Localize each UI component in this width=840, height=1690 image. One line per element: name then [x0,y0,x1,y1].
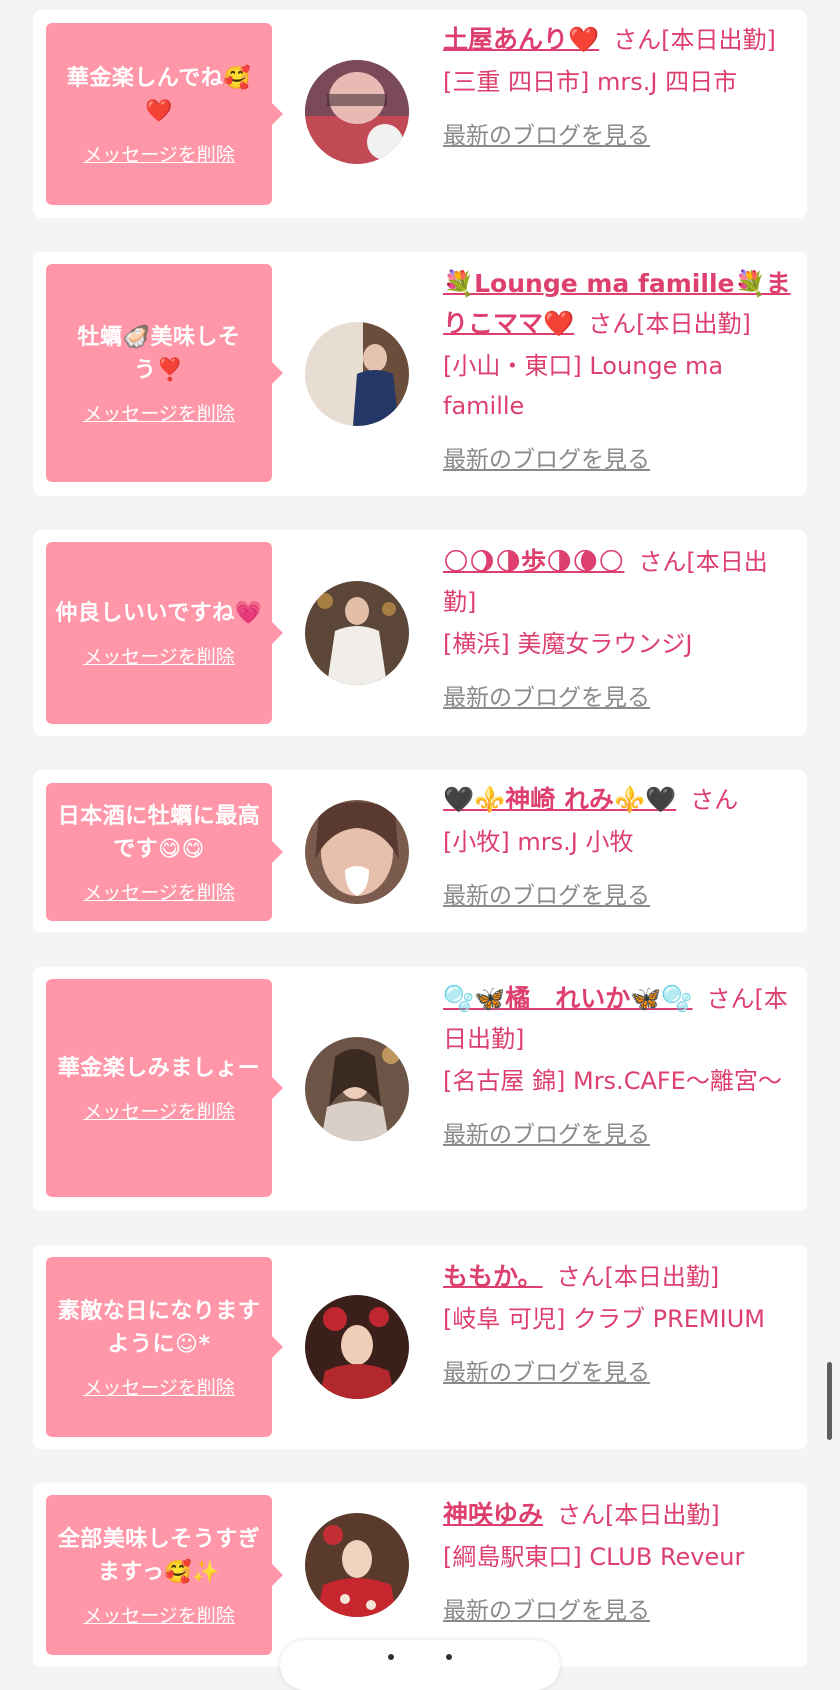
message-bubble: 全部美味しそうすぎますっ🥰✨ メッセージを削除 [46,1495,283,1655]
dot-icon [388,1654,394,1660]
honorific-label: さん [557,1501,606,1529]
bottom-navigation-pill[interactable] [280,1640,560,1690]
sender-name-link[interactable]: 🖤⚜️神崎 れみ⚜️🖤 [443,785,676,814]
sender-name-link[interactable]: 🌕🌖🌗歩🌗🌘🌕 [443,547,624,576]
avatar[interactable] [305,322,409,426]
sender-name-link[interactable]: 🫧🦋橘 れいか🦋🫧 [443,984,693,1013]
message-card: 牡蠣🦪美味しそう❣️ メッセージを削除 💐Lounge ma famille💐ま… [33,252,807,496]
shop-label: [岐阜 可児] クラブ PREMIUM [443,1305,765,1333]
message-card: 華金楽しみましょー メッセージを削除 🫧🦋橘 れいか🦋🫧 さん[本日出勤] [名古… [33,967,807,1211]
sender-info: 💐Lounge ma famille💐まりこママ❤️ さん[本日出勤] [小山・東… [443,264,799,480]
latest-blog-link[interactable]: 最新のブログを見る [443,678,799,718]
status-label: [本日出勤] [636,310,751,338]
sender-info: 🖤⚜️神崎 れみ⚜️🖤 さん [小牧] mrs.J 小牧 最新のブログを見る [443,780,799,916]
delete-message-link[interactable]: メッセージを削除 [83,878,235,905]
sender-info: 🌕🌖🌗歩🌗🌘🌕 さん[本日出勤] [横浜] 美魔女ラウンジJ 最新のブログを見る [443,542,799,718]
delete-message-link[interactable]: メッセージを削除 [83,1097,235,1124]
honorific-label: さん [588,310,637,338]
shop-label: [綱島駅東口] CLUB Reveur [443,1543,745,1571]
message-text: 日本酒に牡蠣に最高です😋😋 [57,803,261,862]
honorific-label: さん [638,548,687,576]
message-card: 華金楽しんでね🥰❤️ メッセージを削除 土屋あんり❤️ さん[本日出勤] [三重 … [33,10,807,218]
honorific-label: さん [613,26,662,54]
delete-message-link[interactable]: メッセージを削除 [83,1601,235,1628]
shop-label: [小山・東口] Lounge ma famille [443,352,724,420]
message-card: 素敵な日になりますように☺︎* メッセージを削除 ももか。 さん[本日出勤] [岐… [33,1245,807,1449]
delete-message-link[interactable]: メッセージを削除 [83,1373,235,1400]
message-text: 牡蠣🦪美味しそう❣️ [77,324,241,383]
message-text: 素敵な日になりますように☺︎* [57,1298,261,1357]
message-bubble: 牡蠣🦪美味しそう❣️ メッセージを削除 [46,264,283,482]
message-text: 華金楽しみましょー [57,1056,261,1081]
delete-message-link[interactable]: メッセージを削除 [83,642,235,669]
avatar[interactable] [305,60,409,164]
status-label: [本日出勤] [661,26,776,54]
status-label: [本日出勤] [605,1501,720,1529]
message-card: 日本酒に牡蠣に最高です😋😋 メッセージを削除 🖤⚜️神崎 れみ⚜️🖤 さん [小牧… [33,770,807,932]
message-bubble: 日本酒に牡蠣に最高です😋😋 メッセージを削除 [46,783,283,921]
avatar[interactable] [305,800,409,904]
latest-blog-link[interactable]: 最新のブログを見る [443,1115,799,1155]
shop-label: [名古屋 錦] Mrs.CAFE〜離宮〜 [443,1067,782,1095]
latest-blog-link[interactable]: 最新のブログを見る [443,876,799,916]
sender-info: 土屋あんり❤️ さん[本日出勤] [三重 四日市] mrs.J 四日市 最新のブロ… [443,20,799,156]
latest-blog-link[interactable]: 最新のブログを見る [443,1353,799,1393]
message-text: 全部美味しそうすぎますっ🥰✨ [57,1526,261,1585]
delete-message-link[interactable]: メッセージを削除 [83,140,235,167]
message-text: 仲良しいいですね💗 [55,601,263,626]
status-label: [本日出勤] [604,1263,720,1291]
honorific-label: さん [690,786,739,814]
message-bubble: 素敵な日になりますように☺︎* メッセージを削除 [46,1257,283,1437]
scrollbar[interactable] [827,1362,832,1440]
avatar[interactable] [305,1295,409,1399]
shop-label: [横浜] 美魔女ラウンジJ [443,630,693,658]
sender-info: 神咲ゆみ さん[本日出勤] [綱島駅東口] CLUB Reveur 最新のブログを… [443,1495,799,1631]
sender-name-link[interactable]: 土屋あんり❤️ [443,25,599,54]
message-text: 華金楽しんでね🥰❤️ [66,65,252,124]
sender-info: 🫧🦋橘 れいか🦋🫧 さん[本日出勤] [名古屋 錦] Mrs.CAFE〜離宮〜 最… [443,979,799,1155]
latest-blog-link[interactable]: 最新のブログを見る [443,440,799,480]
shop-label: [小牧] mrs.J 小牧 [443,828,634,856]
message-bubble: 華金楽しんでね🥰❤️ メッセージを削除 [46,23,283,205]
message-card: 仲良しいいですね💗 メッセージを削除 🌕🌖🌗歩🌗🌘🌕 さん[本日出勤] [横浜] … [33,530,807,736]
dot-icon [446,1654,452,1660]
avatar[interactable] [305,581,409,685]
honorific-label: さん [556,1263,605,1291]
message-bubble: 華金楽しみましょー メッセージを削除 [46,979,283,1197]
sender-name-link[interactable]: 神咲ゆみ [443,1500,543,1529]
avatar[interactable] [305,1513,409,1617]
latest-blog-link[interactable]: 最新のブログを見る [443,1591,799,1631]
avatar[interactable] [305,1037,409,1141]
delete-message-link[interactable]: メッセージを削除 [83,399,235,426]
latest-blog-link[interactable]: 最新のブログを見る [443,116,799,156]
message-bubble: 仲良しいいですね💗 メッセージを削除 [46,542,283,724]
shop-label: [三重 四日市] mrs.J 四日市 [443,68,738,96]
sender-info: ももか。 さん[本日出勤] [岐阜 可児] クラブ PREMIUM 最新のブログを… [443,1257,799,1393]
sender-name-link[interactable]: ももか。 [443,1262,543,1291]
honorific-label: さん [706,985,755,1013]
